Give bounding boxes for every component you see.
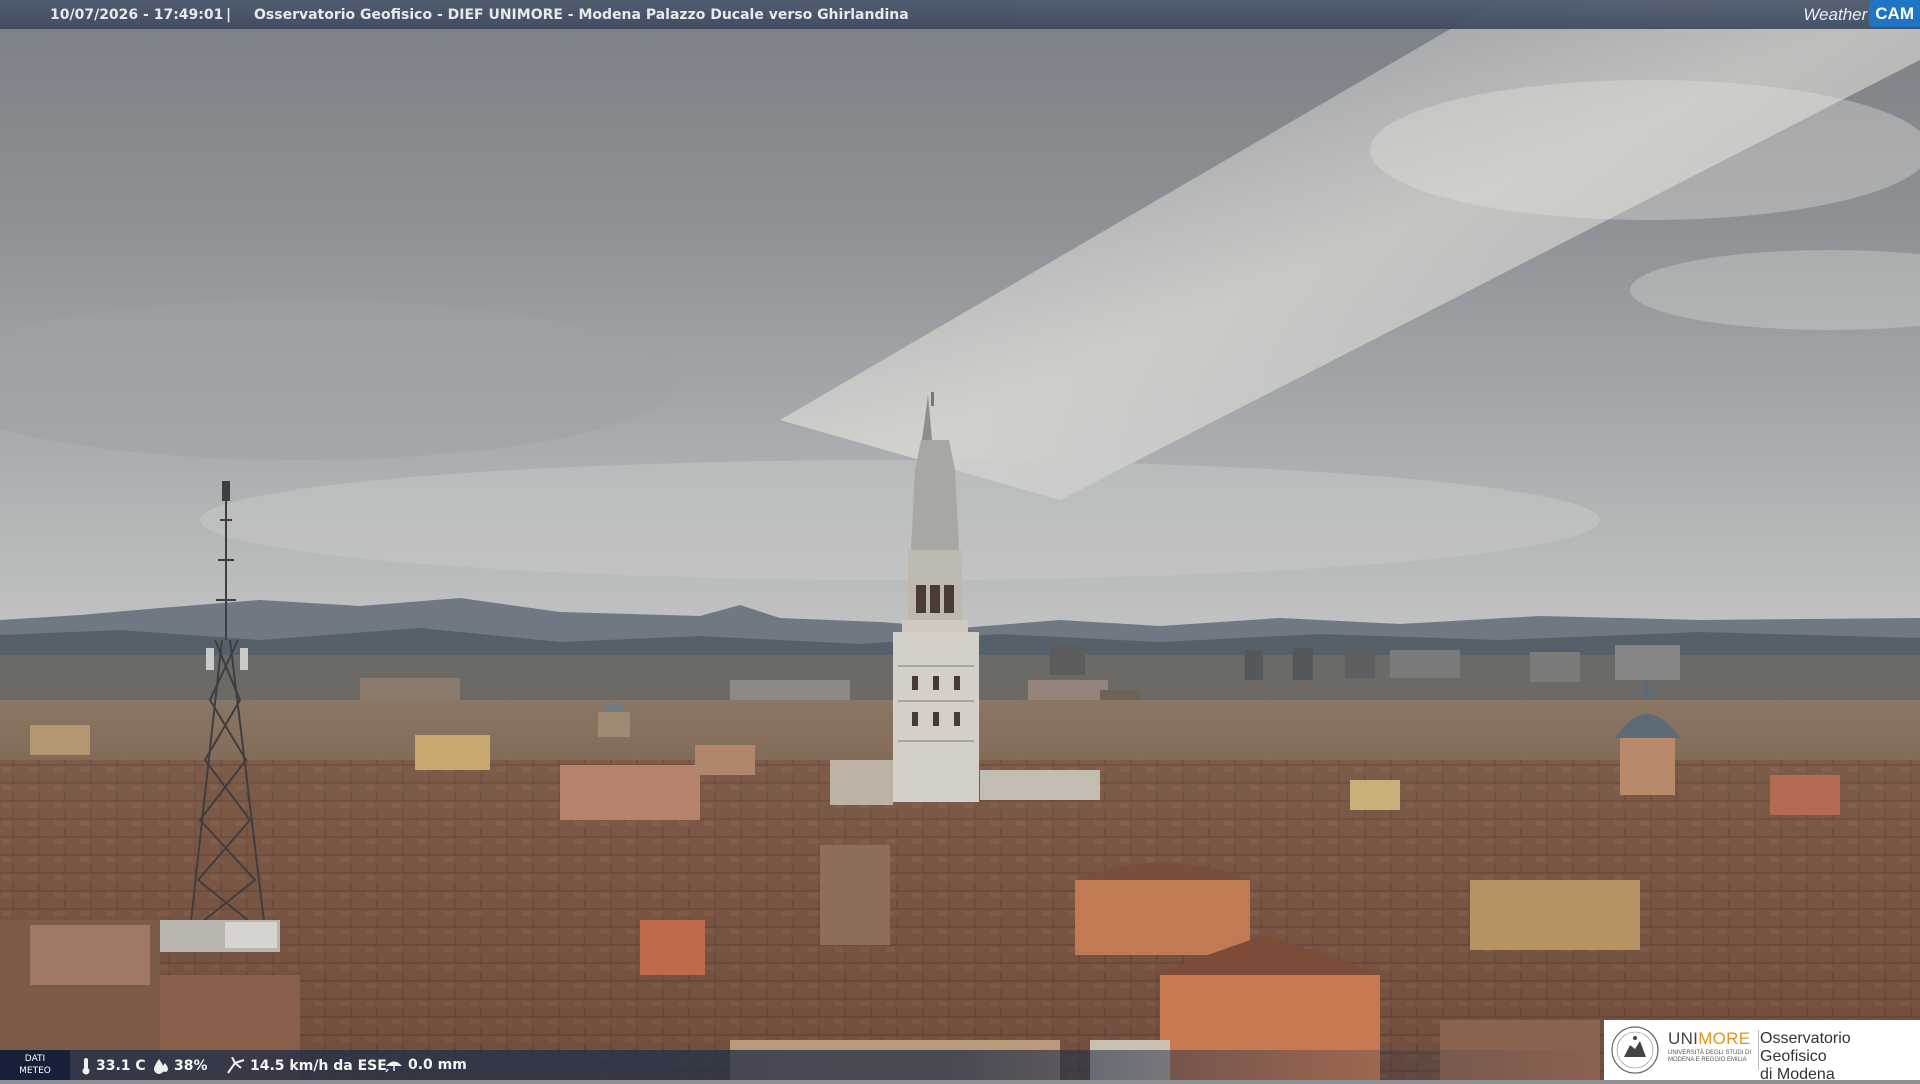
unimore-wordmark: UNIMORE [1668,1029,1750,1049]
wind-reading: 14.5 km/h da ESE [226,1057,387,1075]
dati-meteo-label: DATI METEO [0,1050,70,1080]
university-seal-icon [1611,1026,1659,1074]
weathercam-logo: Weather CAM [1797,0,1920,27]
weathercam-logo-weather: Weather [1803,5,1868,24]
title-separator: | [226,7,232,23]
unimore-wordmark-uni: UNI [1668,1029,1699,1048]
wind-value: 14.5 km/h da ESE [250,1058,387,1074]
rain-reading: 0.0 mm [384,1057,467,1073]
unimore-subtitle: UNIVERSITÀ DEGLI STUDI DI MODENA E REGGI… [1668,1050,1752,1063]
camera-title: Osservatorio Geofisico - DIEF UNIMORE - … [254,7,909,23]
unimore-logo-panel: UNIMORE UNIVERSITÀ DEGLI STUDI DI MODENA… [1604,1020,1920,1083]
wind-icon [227,1057,245,1074]
webcam-panorama [0,0,1920,1080]
humidity-value: 38% [174,1058,208,1074]
humidity-reading: 38% [152,1057,208,1075]
observatory-name-line1: Osservatorio Geofisico [1760,1030,1851,1065]
rain-value: 0.0 mm [408,1057,467,1073]
title-bar: 10/07/2026 - 17:49:01 | Osservatorio Geo… [0,0,1920,29]
weathercam-logo-cam: CAM [1869,0,1920,27]
dati-meteo-line1: DATI [24,1054,46,1064]
unimore-wordmark-more: MORE [1698,1029,1751,1048]
observatory-name: Osservatorio Geofisico di Modena [1760,1030,1920,1084]
logo-divider [1758,1030,1759,1070]
thermometer-icon [82,1058,90,1075]
temperature-value: 33.1 C [96,1058,146,1074]
dati-meteo-line2: METEO [19,1066,51,1076]
timestamp: 10/07/2026 - 17:49:01 [50,7,224,23]
observatory-name-line2: di Modena [1760,1066,1835,1083]
temperature-reading: 33.1 C [80,1057,146,1075]
humidity-drop-icon [154,1059,168,1074]
rain-icon [385,1061,402,1073]
